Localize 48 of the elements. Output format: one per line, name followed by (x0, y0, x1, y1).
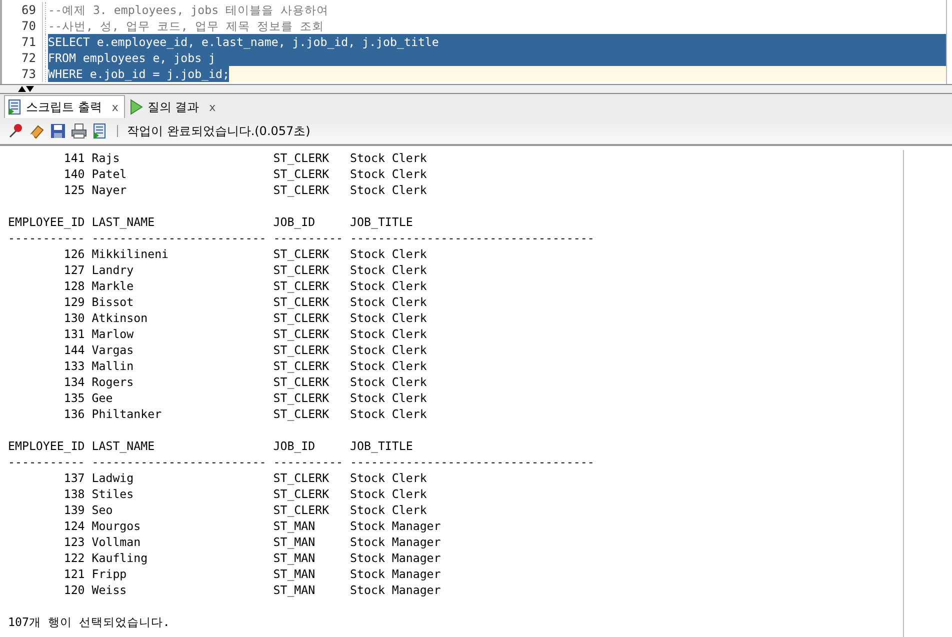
close-icon[interactable]: x (112, 100, 118, 114)
output-line: 120 Weiss ST_MAN Stock Manager (62, 582, 442, 598)
output-line: 140 Patel ST_CLERK Stock Clerk (62, 166, 428, 182)
tab[interactable]: 스크립트 출력 x (4, 95, 126, 118)
status-text: 작업이 완료되었습니다.(0.057초) (127, 122, 310, 140)
output-line: 122 Kaufling ST_MAN Stock Manager (62, 550, 442, 566)
output-line: 126 Mikkilineni ST_CLERK Stock Clerk (62, 246, 428, 262)
line-number: 69 (20, 3, 37, 17)
output-line: 139 Seo ST_CLERK Stock Clerk (62, 502, 428, 518)
output-line: ----------- ------------------------- ---------- ----------------------------------- (8, 230, 596, 246)
output-line: 144 Vargas ST_CLERK Stock Clerk (62, 342, 428, 358)
output-line: 128 Markle ST_CLERK Stock Clerk (62, 278, 428, 294)
pushpin-icon[interactable] (8, 123, 24, 139)
output-line: 125 Nayer ST_CLERK Stock Clerk (62, 182, 428, 198)
output-line: EMPLOYEE_ID LAST_NAME JOB_ID JOB_TITLE (8, 214, 414, 230)
code-line: --예제 3. employees, jobs 테이블을 사용하여 (48, 2, 329, 18)
output-line: 135 Gee ST_CLERK Stock Clerk (62, 390, 428, 406)
play-icon (129, 99, 144, 115)
output-line: 121 Fripp ST_MAN Stock Manager (62, 566, 442, 582)
tab[interactable]: 질의 결과 x (125, 95, 223, 118)
line-number: 72 (20, 51, 37, 65)
output-line: 131 Marlow ST_CLERK Stock Clerk (62, 326, 428, 342)
output-line: 138 Stiles ST_CLERK Stock Clerk (62, 486, 428, 502)
down-arrow-icon[interactable] (26, 86, 34, 92)
output-line: ----------- ------------------------- ---------- ----------------------------------- (8, 454, 596, 470)
up-arrow-icon[interactable] (18, 86, 26, 92)
eraser-icon[interactable] (29, 123, 45, 139)
save-icon[interactable] (50, 123, 66, 139)
output-line: 123 Vollman ST_MAN Stock Manager (62, 534, 442, 550)
code-line: --사번, 성, 업무 코드, 업무 제목 정보를 조회 (48, 18, 324, 34)
output-line: 129 Bissot ST_CLERK Stock Clerk (62, 294, 428, 310)
output-line: 137 Ladwig ST_CLERK Stock Clerk (62, 470, 428, 486)
output-line: 141 Rajs ST_CLERK Stock Clerk (62, 150, 428, 166)
output-line: 124 Mourgos ST_MAN Stock Manager (62, 518, 442, 534)
output-line: 130 Atkinson ST_CLERK Stock Clerk (62, 310, 428, 326)
output-line: 107개 행이 선택되었습니다. (8, 614, 171, 630)
output-line: 133 Mallin ST_CLERK Stock Clerk (62, 358, 428, 374)
line-number: 71 (20, 35, 37, 49)
close-icon[interactable]: x (209, 100, 216, 114)
document-icon[interactable] (92, 123, 108, 139)
output-line: EMPLOYEE_ID LAST_NAME JOB_ID JOB_TITLE (8, 438, 414, 454)
line-number: 70 (20, 19, 37, 33)
output-line: 134 Rogers ST_CLERK Stock Clerk (62, 374, 428, 390)
document-icon (8, 99, 22, 115)
print-icon[interactable] (71, 123, 87, 139)
output-line: 127 Landry ST_CLERK Stock Clerk (62, 262, 428, 278)
output-line: 136 Philtanker ST_CLERK Stock Clerk (62, 406, 428, 422)
line-number: 73 (20, 67, 37, 81)
